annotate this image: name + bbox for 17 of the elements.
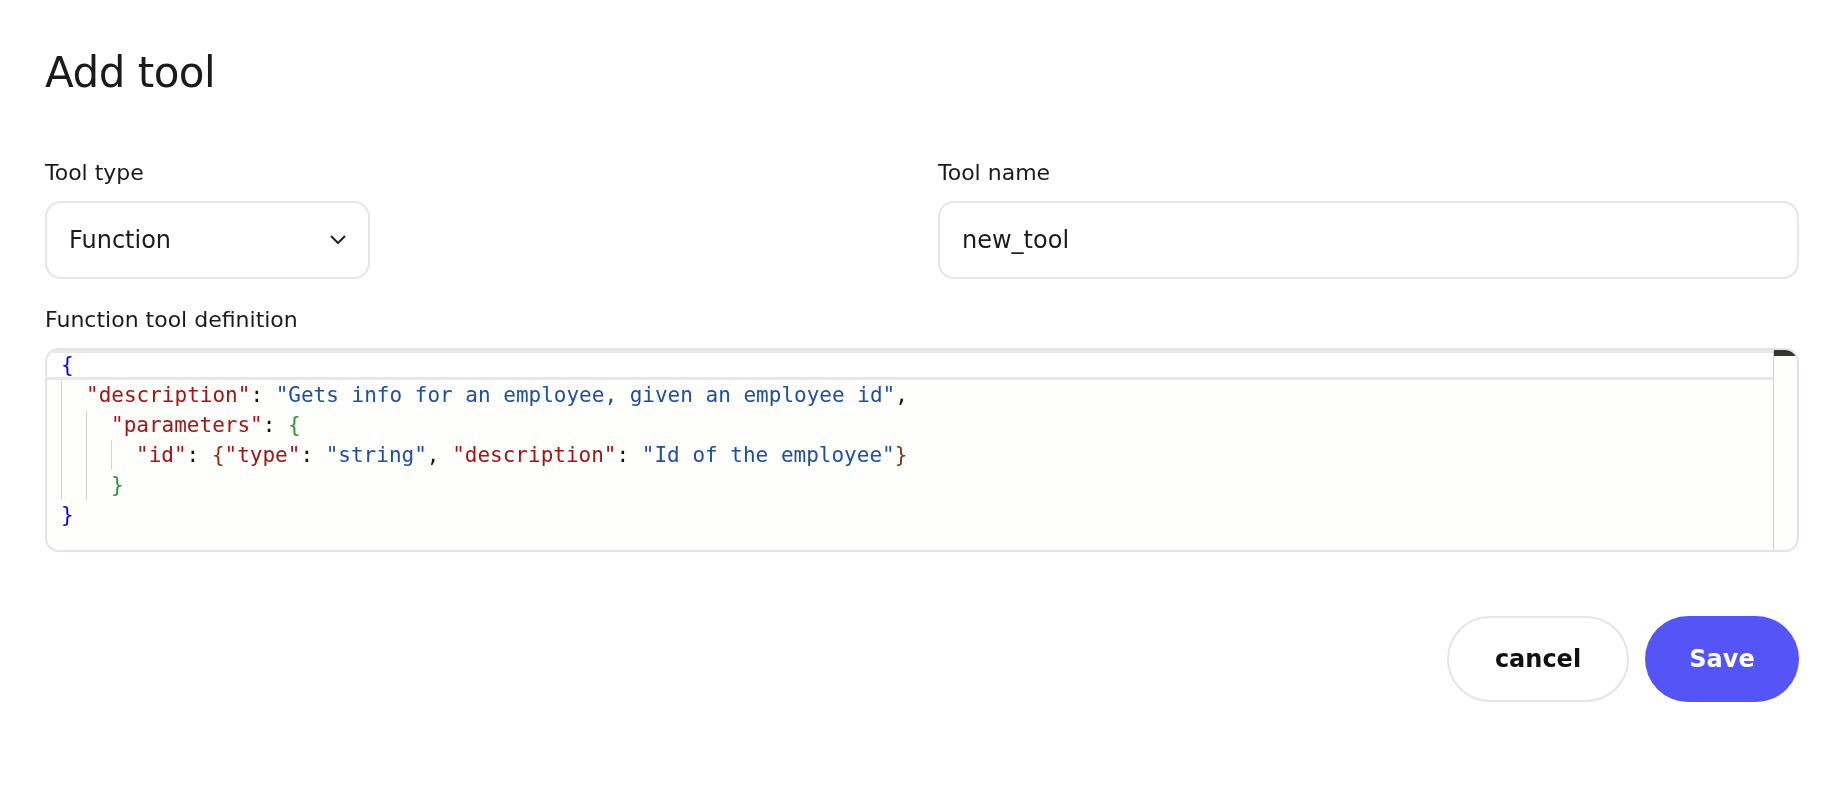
field-label: Tool name <box>938 159 1052 188</box>
scrollbar[interactable] <box>1773 350 1797 551</box>
code-line: "id": {"type": "string", "description": "Id of the employee"} <box>136 442 908 470</box>
save-button[interactable]: Save <box>1645 616 1799 703</box>
cancel-button[interactable]: cancel <box>1447 616 1629 703</box>
code-line: "description": "Gets info for an employee, given an employee id", <box>86 382 908 410</box>
code-line: } <box>111 472 124 500</box>
field-label: Function tool definition <box>45 306 299 335</box>
chevron-down-icon <box>330 235 346 246</box>
type-dropdown[interactable]: Function <box>45 201 370 280</box>
field-label: Tool type <box>45 159 145 188</box>
code-editor[interactable]: { "description": "Gets info for an employee, given an employee id", "parameters": { "id": {"type": "string", "description": "Id of the employee"} } } <box>45 348 1799 553</box>
code-line: "parameters": { <box>111 412 301 440</box>
code-line: { <box>61 353 74 378</box>
code-line: } <box>61 502 74 530</box>
name-input[interactable]: new_tool <box>938 201 1799 280</box>
page-title: Add tool <box>45 48 217 99</box>
